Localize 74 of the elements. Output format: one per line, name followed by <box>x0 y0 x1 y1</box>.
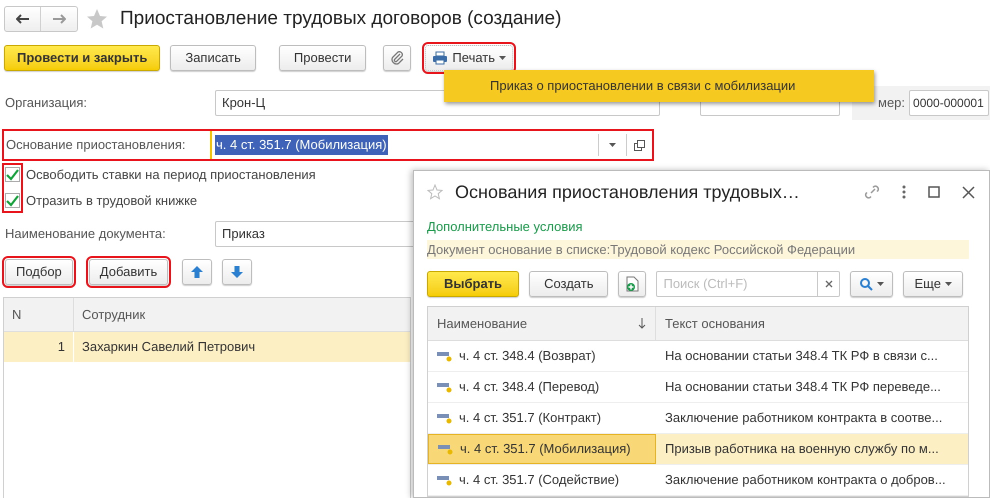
table-cell-text: Призыв работника на военную службу по м... <box>664 440 940 458</box>
star-outline-icon <box>427 184 443 200</box>
table-cell-text: Заключение работником контракта в соотве... <box>664 409 944 428</box>
catalog-item-icon <box>437 381 453 393</box>
field-label: Наименование документа: <box>5 225 167 244</box>
table-cell-text: На основании статьи 348.4 ТК РФ в связи с... <box>664 347 939 366</box>
toolbar-button[interactable]: Записать <box>170 45 256 71</box>
table-button[interactable]: Подбор <box>5 259 73 285</box>
create-button[interactable]: Создать <box>529 270 608 297</box>
column-header: Сотрудник <box>81 306 146 324</box>
clear-icon <box>824 280 833 288</box>
dialog-title: Основания приостановления трудовых… <box>455 180 801 204</box>
open-window-icon <box>634 140 645 150</box>
list-row[interactable]: ч. 4 ст. 351.7 (Мобилизация) Призыв работника на военную службу по м... <box>428 434 968 465</box>
table-cell-text: На основании статьи 348.4 ТК РФ переведе... <box>664 378 942 396</box>
table-button[interactable]: Добавить <box>88 259 168 285</box>
table-cell-text: Заключение работником контракта о добров... <box>664 471 947 490</box>
checkbox[interactable] <box>5 193 20 208</box>
catalog-item-icon <box>438 443 454 455</box>
down-arrow-icon <box>230 265 244 279</box>
move-up-button[interactable] <box>182 259 212 285</box>
table-cell-text: ч. 4 ст. 351.7 (Мобилизация) <box>460 440 631 458</box>
table-row[interactable]: 1 Захаркин Савелий Петрович <box>4 332 410 362</box>
table-cell-text: ч. 4 ст. 351.7 (Содействие) <box>459 471 620 490</box>
clear-button[interactable] <box>818 270 840 297</box>
window-title: Приостановление трудовых договоров (создание) <box>120 6 562 31</box>
maximize-icon <box>928 186 940 198</box>
table-cell-text: ч. 4 ст. 348.4 (Перевод) <box>459 378 600 396</box>
menu-item[interactable]: Приказ о приостановлении в связи с мобилизации <box>444 70 874 102</box>
checkbox-label: Отразить в трудовой книжке <box>26 192 198 210</box>
check-icon <box>6 194 19 206</box>
toolbar-button[interactable]: Провести <box>278 45 366 71</box>
forward-arrow-icon <box>52 14 66 24</box>
column-header: Текст основания <box>664 314 766 333</box>
column-header: Наименование <box>437 314 528 333</box>
filter-notice: Документ основание в списке:Трудовой кодекс Российской Федерации <box>427 240 969 260</box>
dropdown-caret-icon <box>609 143 616 147</box>
close-icon <box>962 186 975 199</box>
print-button[interactable]: Печать <box>425 45 514 71</box>
checkbox[interactable] <box>5 167 20 182</box>
column-header: N <box>4 298 74 331</box>
number-field[interactable]: 0000-000001 <box>909 90 990 116</box>
up-arrow-icon <box>190 265 204 279</box>
checkbox-label: Освободить ставки на период приостановления <box>26 166 316 184</box>
field-label: мер: <box>878 94 906 112</box>
sort-arrow-icon <box>638 318 646 329</box>
table-cell-text: ч. 4 ст. 348.4 (Возврат) <box>459 347 596 366</box>
check-icon <box>6 168 19 180</box>
table-cell-text: ч. 4 ст. 351.7 (Контракт) <box>459 409 602 428</box>
search-button[interactable] <box>850 270 894 297</box>
link-icon <box>864 184 880 200</box>
catalog-item-icon <box>437 412 453 424</box>
select-button[interactable]: Выбрать <box>427 270 520 297</box>
back-arrow-icon <box>16 14 30 24</box>
table-cell-text: Захаркин Савелий Петрович <box>81 338 256 356</box>
post-and-close-button[interactable]: Провести и закрыть <box>4 45 160 71</box>
field-label: Организация: <box>5 94 88 112</box>
move-down-button[interactable] <box>222 259 252 285</box>
catalog-item-icon <box>437 350 453 362</box>
catalog-item-icon <box>437 474 453 486</box>
caret-icon <box>944 282 952 286</box>
paperclip-icon <box>390 51 404 65</box>
printer-icon <box>432 51 448 65</box>
table-cell: 1 <box>4 332 74 362</box>
new-document-button[interactable] <box>618 270 646 297</box>
more-button[interactable]: Еще <box>903 270 963 297</box>
document-plus-icon <box>625 276 640 292</box>
caret-icon <box>499 56 506 60</box>
more-icon <box>902 185 906 200</box>
attach-button[interactable] <box>383 45 412 71</box>
search-icon <box>859 276 874 291</box>
caret-icon <box>877 282 884 286</box>
search-field[interactable]: Поиск (Ctrl+F) <box>656 270 818 297</box>
star-icon <box>86 8 108 30</box>
